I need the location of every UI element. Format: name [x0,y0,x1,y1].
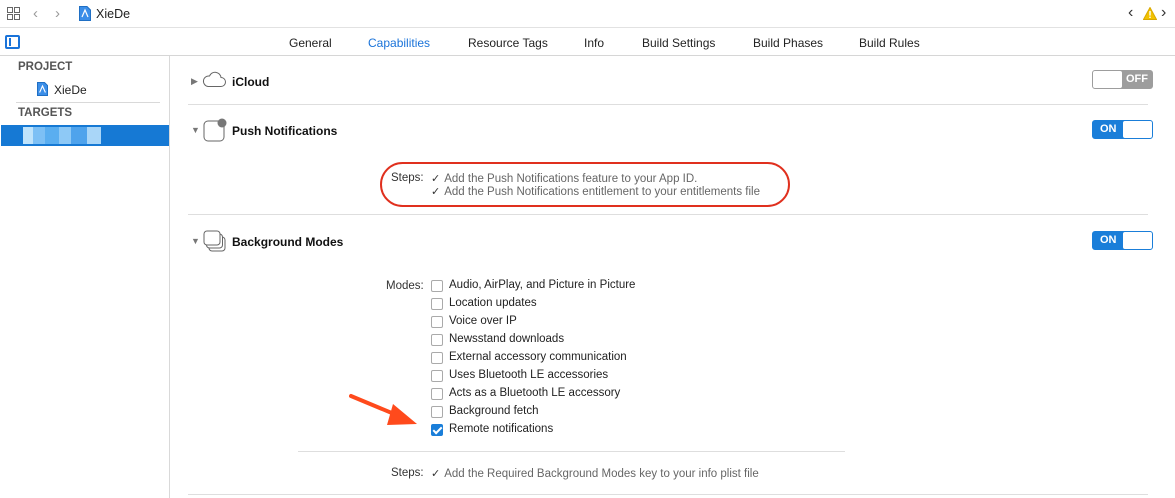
redacted-target-name [23,127,101,144]
forward-chevron-icon[interactable]: › [55,5,60,22]
background-modes-toggle[interactable]: ON [1092,231,1153,250]
tab-build-phases[interactable]: Build Phases [753,36,823,50]
sidebar-item-target-selected[interactable] [1,125,169,146]
next-issue-chevron-icon[interactable]: › [1161,4,1166,22]
disclosure-collapsed-icon[interactable]: ▶ [191,76,198,87]
jump-bar: ‹ › XieDe ‹ › [0,0,1175,28]
editor-tab-bar: General Capabilities Resource Tags Info … [0,28,1175,56]
mode-checkbox[interactable] [431,370,443,382]
background-modes-icon [203,230,226,252]
tab-capabilities[interactable]: Capabilities [368,36,430,50]
section-divider [188,214,1148,215]
capabilities-panel: ▶ iCloud OFF ▼ Push Notifications ON Ste… [171,56,1175,498]
toggle-label: OFF [1126,73,1148,85]
mode-checkbox[interactable] [431,406,443,418]
mode-checkbox[interactable] [431,352,443,364]
icloud-title: iCloud [232,75,270,89]
previous-issue-chevron-icon[interactable]: ‹ [1128,4,1133,22]
related-items-grid-icon[interactable] [7,7,20,20]
toggle-label: ON [1100,123,1117,135]
breadcrumb-project[interactable]: XieDe [96,7,130,21]
section-divider [188,104,1148,105]
toggle-label: ON [1100,234,1117,246]
modes-divider [298,451,845,452]
background-modes-title: Background Modes [232,235,344,249]
targets-section-header: TARGETS [18,107,73,119]
icloud-icon [202,71,226,87]
project-section-header: PROJECT [18,61,73,73]
sidebar-divider [16,102,160,103]
background-step-item: ✓ Add the Required Background Modes key t… [431,468,759,480]
background-steps-label: Steps: [391,467,424,479]
mode-checkbox[interactable] [431,334,443,346]
warning-icon[interactable] [1143,7,1157,20]
project-file-icon [79,6,91,21]
sidebar-item-project[interactable]: XieDe [54,83,87,97]
tab-build-settings[interactable]: Build Settings [642,36,715,50]
navigator-toggle-icon[interactable] [5,35,20,49]
disclosure-expanded-icon[interactable]: ▼ [191,236,200,246]
tab-build-rules[interactable]: Build Rules [859,36,920,50]
project-file-icon [37,82,48,96]
icloud-toggle[interactable]: OFF [1092,70,1153,89]
back-chevron-icon[interactable]: ‹ [33,5,38,22]
push-notifications-title: Push Notifications [232,124,338,138]
disclosure-expanded-icon[interactable]: ▼ [191,125,200,135]
tab-general[interactable]: General [289,36,332,50]
annotation-highlight-oval [380,162,790,207]
push-notifications-toggle[interactable]: ON [1092,120,1153,139]
mode-checkbox[interactable] [431,280,443,292]
mode-checkbox[interactable] [431,388,443,400]
annotation-arrow-icon [349,394,417,425]
tab-resource-tags[interactable]: Resource Tags [468,36,548,50]
modes-label: Modes: [386,280,424,292]
project-targets-sidebar: PROJECT XieDe TARGETS [0,56,170,498]
mode-checkbox-checked[interactable] [431,424,443,436]
mode-checkbox[interactable] [431,316,443,328]
checkmark-icon: ✓ [431,468,441,480]
section-divider [188,494,1148,495]
push-notification-icon [203,118,227,142]
tab-info[interactable]: Info [584,36,604,50]
mode-checkbox[interactable] [431,298,443,310]
